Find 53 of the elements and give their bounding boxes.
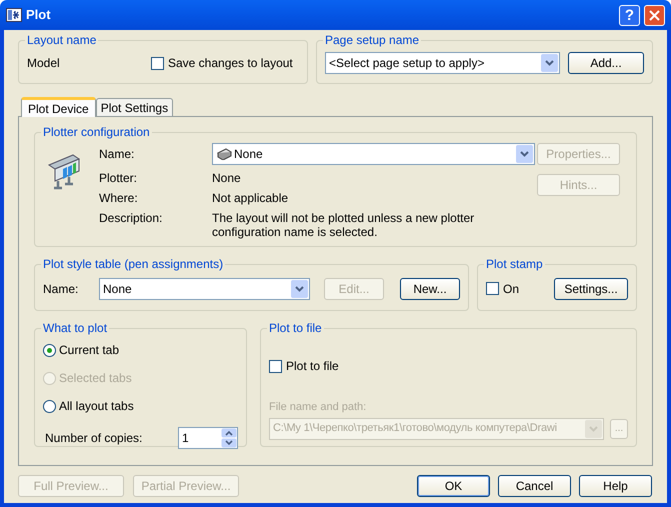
help-button[interactable]: ? [619,4,640,26]
close-button[interactable] [644,4,665,26]
close-icon [649,10,660,20]
button[interactable]: Help [579,475,652,497]
field-label: Description: [99,211,164,225]
button[interactable]: OK [417,475,490,497]
dropdown-value: <Select page setup to apply> [329,55,484,72]
spinner-value: 1 [181,430,190,447]
spin-arrows-icon [221,428,237,448]
checkbox-label: On [503,280,520,298]
dropdown-value: C:\My 1\Черепко\третьяк1\готово\модуль компутера\Drawi [273,421,557,436]
layout-name: Model [27,55,61,72]
plot-style-dropdown[interactable]: None [99,278,310,300]
group-title: Plot to file [268,320,323,337]
field-value: Not applicable [212,191,290,205]
radio-button[interactable] [43,400,56,412]
group-title: What to plot [42,320,108,337]
group-title: Plotter configuration [42,124,151,141]
dropdown-value: None [234,146,263,163]
app-icon [6,8,22,22]
field-label: File name and path: [269,400,368,415]
button[interactable]: Cancel [498,475,571,497]
button[interactable]: Settings... [554,278,628,300]
window-title: Plot [26,6,52,24]
field-value: None [212,171,242,185]
button[interactable]: New... [400,278,460,300]
field-value: The layout will not be plotted unless a new plotter configuration name is selected. [212,211,476,239]
group-title: Plot style table (pen assignments) [42,256,224,273]
field-label: Name: [99,147,136,161]
page-setup-dropdown[interactable]: <Select page setup to apply> [325,52,560,74]
checkbox-label: Plot to file [286,358,339,375]
radio-button[interactable] [43,344,56,356]
checkbox[interactable] [269,360,282,372]
checkbox[interactable] [486,282,499,295]
tab[interactable]: Plot Device [21,97,96,117]
radio-label: All layout tabs [59,398,134,415]
field-label: Name: [43,280,80,298]
checkbox[interactable] [151,56,164,70]
group-title: Layout name [26,32,98,49]
field-label: Plotter: [99,171,138,185]
copies-spinner[interactable]: 1 [178,427,238,449]
group-title: Plot stamp [485,256,544,273]
field-label: Number of copies: [44,430,142,447]
radio-label: Current tab [59,342,120,359]
field-label: Where: [99,191,139,205]
button[interactable]: Add... [568,52,644,74]
tab[interactable]: Plot Settings [96,98,174,116]
dropdown-value: None [103,280,132,298]
radio-label: Selected tabs [59,370,132,387]
plotter-name-dropdown[interactable]: None [212,143,535,165]
checkbox-label: Save changes to layout [168,55,293,72]
group-title: Page setup name [324,32,420,49]
printer-icon [216,148,232,160]
